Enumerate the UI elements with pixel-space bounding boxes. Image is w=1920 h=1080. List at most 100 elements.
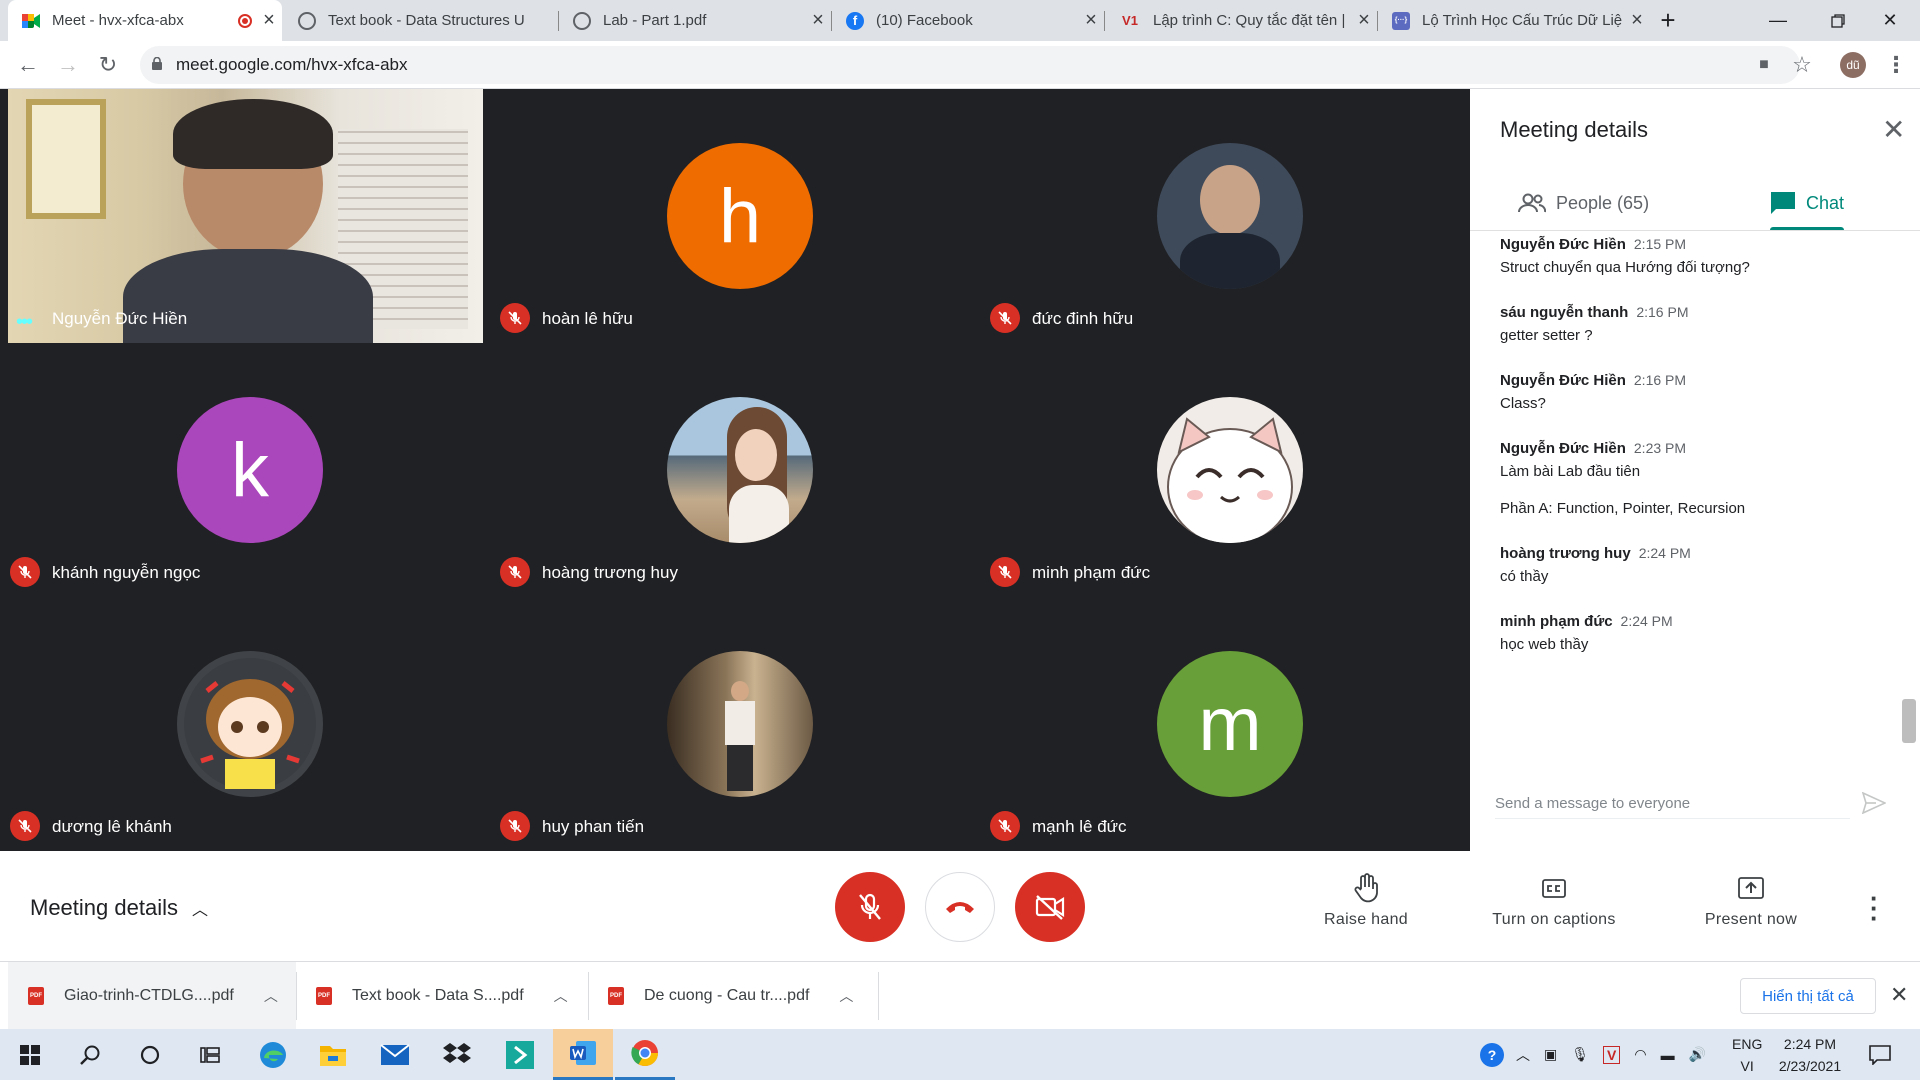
chevron-up-icon[interactable]: ︿ <box>554 986 568 1006</box>
tab-textbook[interactable]: Text book - Data Structures U <box>284 0 558 41</box>
clock[interactable]: 2:24 PM 2/23/2021 <box>1765 1033 1855 1077</box>
chevron-up-icon[interactable]: ︿ <box>839 986 853 1006</box>
close-window-icon[interactable]: ✕ <box>1860 0 1920 41</box>
participant-name: huy phan tiến <box>542 817 645 836</box>
send-message-input[interactable]: Send a message to everyone <box>1495 789 1850 819</box>
tab-chat[interactable]: Chat <box>1770 185 1844 221</box>
tab-title: Lập trình C: Quy tắc đặt tên | <box>1153 12 1346 29</box>
message-text: Class? <box>1500 395 1546 412</box>
captions-icon <box>1542 879 1566 898</box>
show-all-downloads-button[interactable]: Hiển thị tất cả <box>1740 978 1876 1014</box>
chevron-up-icon[interactable]: ︿ <box>1516 1045 1530 1065</box>
dropbox-icon[interactable] <box>427 1029 487 1080</box>
more-options-icon[interactable]: · · · <box>1870 885 1879 931</box>
present-now-button[interactable]: Present now <box>1671 873 1831 929</box>
message-sender: Nguyễn Đức Hiền <box>1500 440 1626 457</box>
mic-toggle-button[interactable] <box>835 872 905 942</box>
network-device-icon[interactable]: ▣ <box>1544 1046 1557 1063</box>
close-tab-icon[interactable]: × <box>256 9 282 32</box>
download-filename: De cuong - Cau tr....pdf <box>644 986 810 1004</box>
send-icon[interactable] <box>1861 791 1887 819</box>
lock-icon <box>152 55 162 75</box>
chat-message: hoàng trương huy 2:24 PM có thầy <box>1500 545 1890 585</box>
participant-tile[interactable]: k khánh nguyễn ngọc <box>0 343 475 597</box>
camera-blocked-icon[interactable]: ■ <box>1748 49 1780 81</box>
download-item[interactable]: PDF De cuong - Cau tr....pdf ︿ <box>608 962 853 1029</box>
word-icon[interactable] <box>553 1029 613 1080</box>
close-downloads-icon[interactable]: ✕ <box>1890 982 1908 1008</box>
close-panel-icon[interactable]: ✕ <box>1882 113 1905 146</box>
microphone-icon[interactable]: 🎙 <box>1571 1046 1589 1063</box>
braces-icon: {···} <box>1392 11 1410 30</box>
tab-title: Meet - hvx-xfca-abx <box>52 12 184 29</box>
close-tab-icon[interactable]: × <box>1351 9 1377 32</box>
back-icon[interactable]: ← <box>12 49 44 81</box>
participant-tile[interactable]: hoàng trương huy <box>490 343 965 597</box>
message-time: 2:23 PM <box>1633 440 1687 456</box>
raise-hand-button[interactable]: Raise hand <box>1286 873 1446 929</box>
camera-toggle-button[interactable] <box>1015 872 1085 942</box>
participant-tile[interactable]: ••• Nguyễn Đức Hiền <box>8 89 483 343</box>
forward-icon[interactable]: → <box>52 49 84 81</box>
participant-tile[interactable]: m mạnh lê đức <box>980 597 1455 851</box>
panel-title: Meeting details <box>1500 117 1648 142</box>
download-item[interactable]: PDF Text book - Data S....pdf ︿ <box>316 962 568 1029</box>
edge-icon[interactable] <box>243 1029 303 1080</box>
people-tab-label: People (65) <box>1556 192 1650 213</box>
chevron-up-icon[interactable]: ︿ <box>264 986 278 1006</box>
cortana-icon[interactable] <box>120 1029 180 1080</box>
tab-lab-pdf[interactable]: Lab - Part 1.pdf × <box>559 0 831 41</box>
language-indicator[interactable]: ENG VI <box>1732 1029 1762 1080</box>
wifi-icon[interactable]: ◠ <box>1634 1046 1646 1063</box>
participant-name: khánh nguyễn ngọc <box>52 563 201 582</box>
file-explorer-icon[interactable] <box>303 1029 363 1080</box>
v-antivirus-icon[interactable]: V <box>1603 1045 1621 1064</box>
leave-call-button[interactable] <box>925 872 995 942</box>
tab-lo-trinh[interactable]: {···} Lộ Trình Học Cấu Trúc Dữ Liệ × <box>1378 0 1650 41</box>
message-sender: sáu nguyễn thanh <box>1500 304 1629 321</box>
participant-tile[interactable]: đức đinh hữu <box>980 89 1455 343</box>
volume-icon[interactable]: 🔊 <box>1689 1046 1706 1063</box>
mail-icon[interactable] <box>365 1029 425 1080</box>
download-filename: Giao-trinh-CTDLG....pdf <box>64 986 234 1004</box>
avatar: k <box>177 397 323 543</box>
raise-hand-label: Raise hand <box>1324 911 1408 928</box>
presenter-video <box>8 89 483 343</box>
chat-scrollbar[interactable] <box>1902 699 1916 743</box>
new-tab-icon[interactable]: + <box>1638 0 1698 41</box>
participant-tile[interactable]: minh phạm đức <box>980 343 1455 597</box>
chat-tab-label: Chat <box>1806 192 1845 213</box>
bookmark-star-icon[interactable]: ☆ <box>1786 49 1818 81</box>
pdf-file-icon: PDF <box>28 986 44 1005</box>
tab-people[interactable]: People (65) <box>1518 185 1649 221</box>
restore-icon[interactable] <box>1808 0 1868 41</box>
sway-app-icon[interactable] <box>490 1029 550 1080</box>
close-tab-icon[interactable]: × <box>805 9 831 32</box>
participant-tile[interactable]: huy phan tiến <box>490 597 965 851</box>
minimize-icon[interactable]: — <box>1748 0 1808 41</box>
meeting-details-button[interactable]: Meeting details ︿ <box>30 895 208 921</box>
message-sender: Nguyễn Đức Hiền <box>1500 236 1626 253</box>
participant-tile[interactable]: h hoàn lê hữu <box>490 89 965 343</box>
address-bar[interactable]: meet.google.com/hvx-xfca-abx <box>140 46 1800 84</box>
captions-button[interactable]: Turn on captions <box>1474 873 1634 929</box>
profile-avatar[interactable]: dũ <box>1840 52 1866 78</box>
help-icon[interactable]: ? <box>1480 1042 1504 1067</box>
task-view-icon[interactable] <box>180 1029 240 1080</box>
menu-icon[interactable]: ⋮ <box>1880 49 1912 81</box>
battery-icon[interactable]: ▬ <box>1661 1047 1675 1063</box>
download-item[interactable]: PDF Giao-trinh-CTDLG....pdf ︿ <box>8 962 296 1029</box>
search-icon[interactable] <box>60 1029 120 1080</box>
tab-meet[interactable]: Meet - hvx-xfca-abx × <box>8 0 282 41</box>
windows-start-icon[interactable] <box>0 1029 60 1080</box>
tab-facebook[interactable]: f (10) Facebook × <box>832 0 1104 41</box>
close-tab-icon[interactable]: × <box>1078 9 1104 32</box>
chat-icon <box>1771 192 1795 214</box>
reload-icon[interactable]: ↻ <box>92 49 124 81</box>
tab-lap-trinh-c[interactable]: V1 Lập trình C: Quy tắc đặt tên | × <box>1105 0 1377 41</box>
chrome-icon[interactable] <box>615 1029 675 1080</box>
participant-tile[interactable]: dương lê khánh <box>0 597 475 851</box>
chat-message: Nguyễn Đức Hiền 2:16 PM Class? <box>1500 372 1890 412</box>
chat-message: minh phạm đức 2:24 PM học web thầy <box>1500 613 1890 653</box>
notifications-icon[interactable] <box>1850 1029 1910 1080</box>
